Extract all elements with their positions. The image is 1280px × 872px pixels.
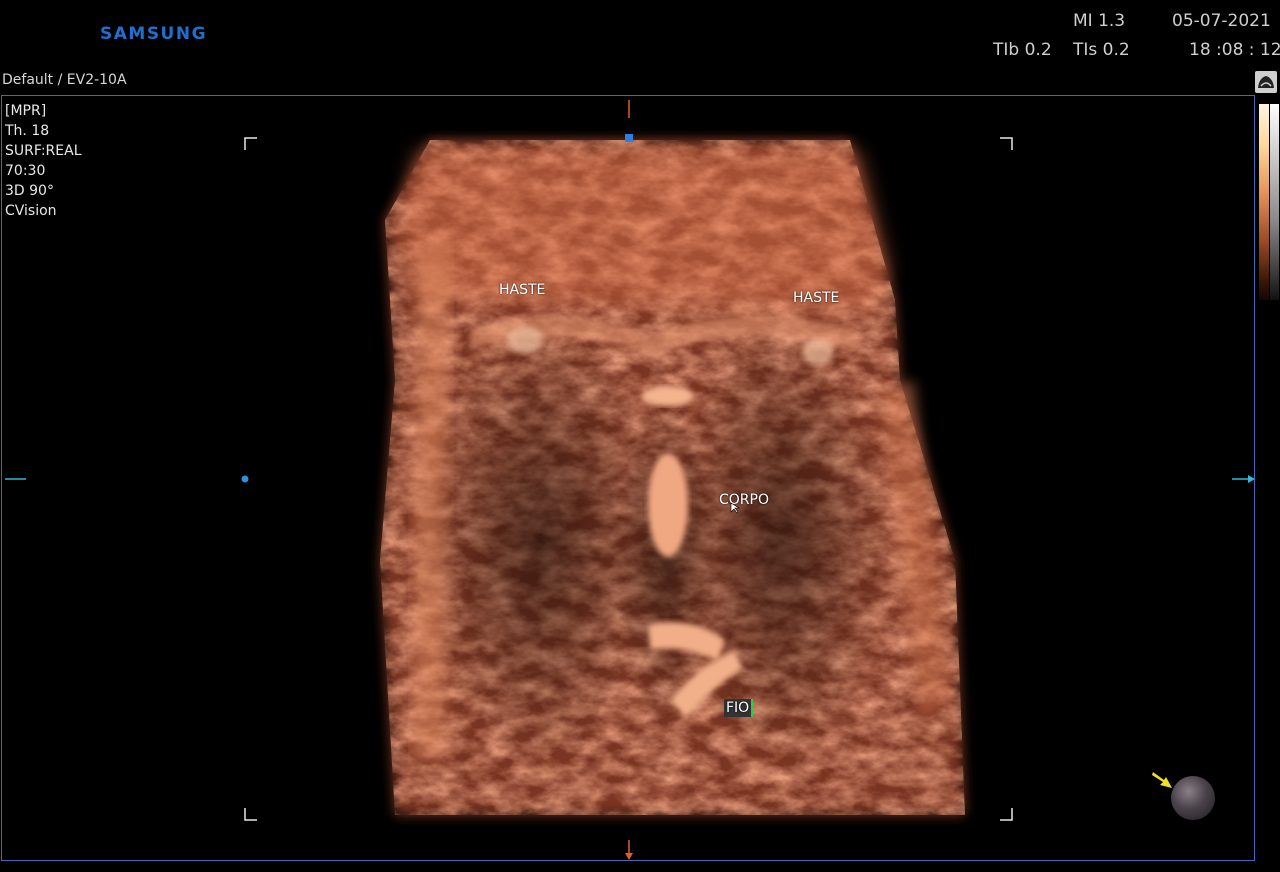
mouse-cursor-icon [730,502,741,514]
param-angle: 3D 90° [5,183,54,199]
param-thickness: Th. 18 [5,123,50,139]
annotation-corpo[interactable]: CORPO [719,492,769,508]
annotation-haste-left[interactable]: HASTE [499,282,545,298]
param-surface: SURF:REAL [5,143,82,159]
orientation-markers [5,100,1255,860]
annotation-fio[interactable]: FIO [724,699,754,717]
orientation-ball-icon[interactable] [1171,776,1215,820]
parameter-list: [MPR] Th. 18 SURF:REAL 70:30 3D 90° CVis… [5,101,82,221]
param-cvision: CVision [5,203,57,219]
param-mode: [MPR] [5,103,47,119]
annotation-haste-right[interactable]: HASTE [793,290,839,306]
param-ratio: 70:30 [5,163,46,179]
